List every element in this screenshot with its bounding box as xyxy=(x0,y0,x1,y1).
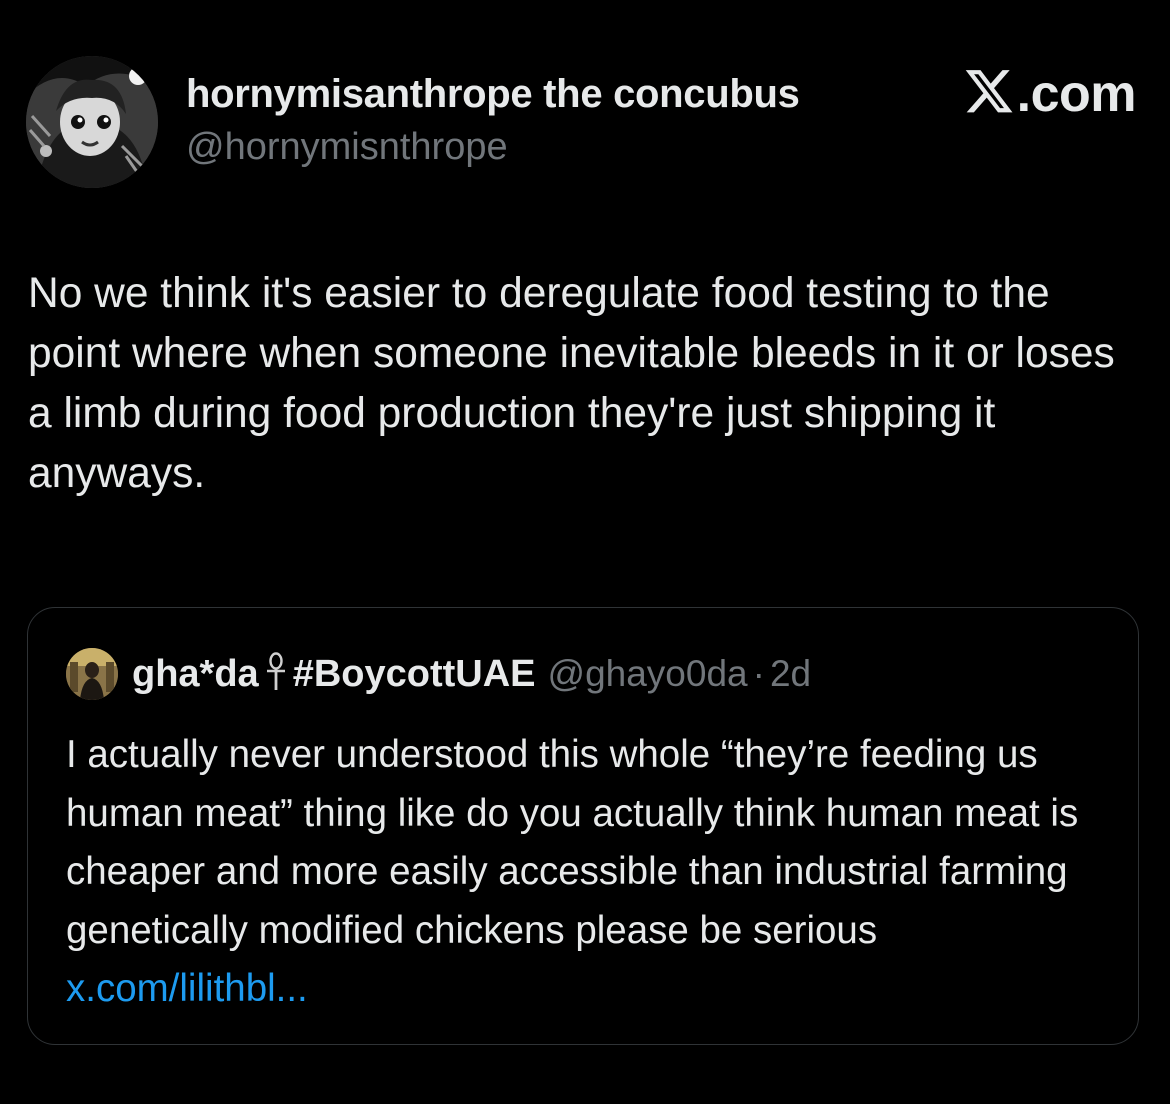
quoted-tweet-link[interactable]: x.com/lilithbl... xyxy=(66,967,308,1010)
tweet-header: hornymisanthrope the concubus @hornymisn… xyxy=(26,56,1144,188)
quoted-tweet-header: gha*da #BoycottUAE @ghayo0da · 2d xyxy=(66,648,811,700)
quoted-author-display-name[interactable]: gha*da xyxy=(132,653,259,696)
quoted-author-hashtag[interactable]: #BoycottUAE xyxy=(293,653,536,696)
quoted-author-avatar[interactable] xyxy=(66,648,118,700)
quoted-tweet-text: I actually never understood this whole “… xyxy=(66,726,1116,1019)
quoted-timestamp[interactable]: 2d xyxy=(770,653,811,695)
author-display-name[interactable]: hornymisanthrope the concubus xyxy=(186,72,800,117)
quoted-author-avatar-image xyxy=(66,648,118,700)
quoted-tweet-card[interactable]: gha*da #BoycottUAE @ghayo0da · 2d I actu… xyxy=(27,607,1139,1045)
brand-text: .com xyxy=(1016,65,1137,123)
quoted-tweet-body: I actually never understood this whole “… xyxy=(66,733,1079,952)
tweet-text: No we think it's easier to deregulate fo… xyxy=(28,270,1115,497)
author-handle[interactable]: @hornymisnthrope xyxy=(186,126,508,169)
quoted-separator-dot: · xyxy=(752,653,765,694)
quoted-author-handle[interactable]: @ghayo0da xyxy=(548,653,748,695)
ankh-icon xyxy=(265,651,287,697)
author-avatar-image xyxy=(26,56,158,188)
author-avatar[interactable] xyxy=(26,56,158,188)
x-logo-icon xyxy=(965,70,1013,113)
brand-watermark: .com xyxy=(963,64,1137,124)
